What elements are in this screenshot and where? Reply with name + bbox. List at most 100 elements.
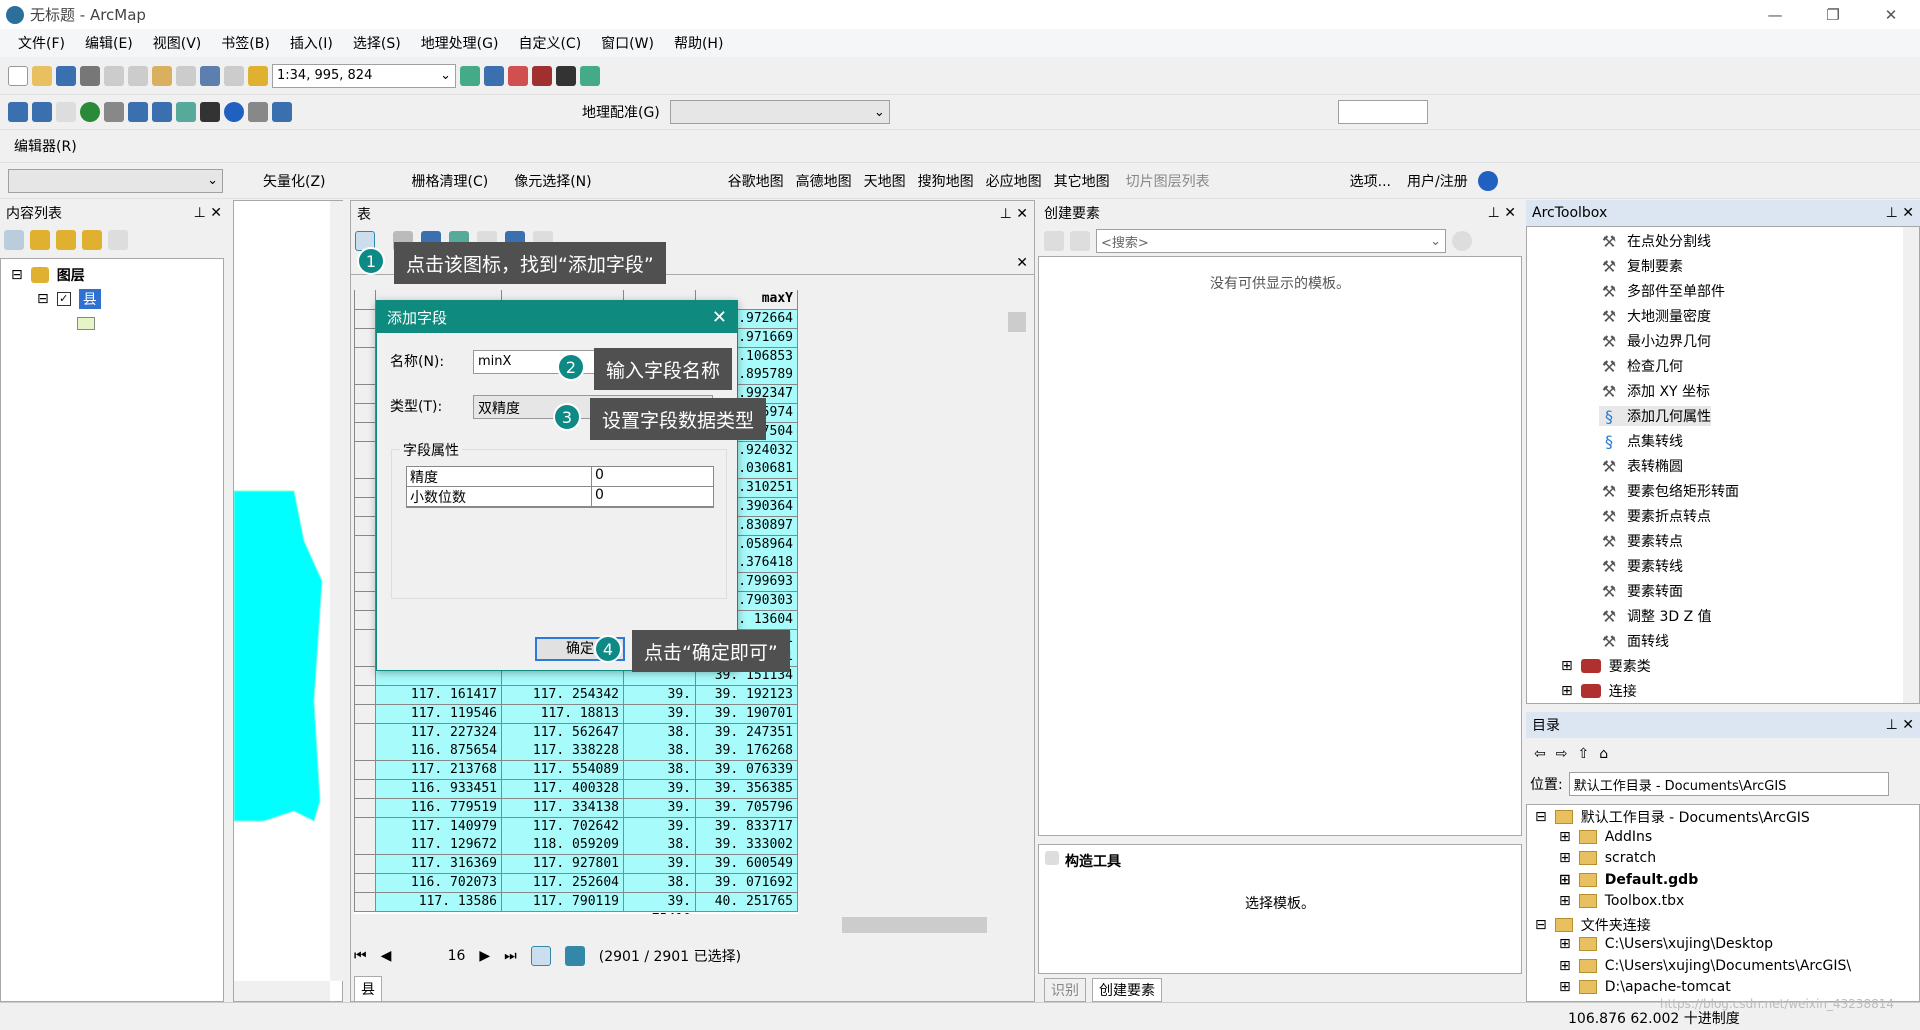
- table-cell[interactable]: 39. 176268: [696, 742, 798, 762]
- find-icon[interactable]: [248, 102, 268, 122]
- table-cell[interactable]: 117. 13586: [376, 892, 502, 912]
- forward-icon[interactable]: [152, 102, 172, 122]
- expand-icon[interactable]: ⊞: [1561, 658, 1573, 674]
- row-header[interactable]: [354, 592, 376, 611]
- options-menu[interactable]: 选项...: [1344, 171, 1397, 191]
- map-menu-item[interactable]: 高德地图: [790, 171, 858, 191]
- table-cell[interactable]: 39. 600549: [696, 855, 798, 875]
- property-value[interactable]: 0: [592, 487, 604, 506]
- paste-icon[interactable]: [152, 65, 172, 86]
- zoom-in-icon[interactable]: [8, 102, 28, 122]
- menu-item[interactable]: 选择(S): [343, 33, 411, 53]
- tool-item[interactable]: ⚒ 调整 3D Z 值: [1599, 606, 1712, 626]
- table-cell[interactable]: 117. 316369: [376, 855, 502, 875]
- menu-item[interactable]: 文件(F): [8, 33, 75, 53]
- catalog-item[interactable]: ⊟ 默认工作目录 - Documents\ArcGIS: [1535, 807, 1810, 827]
- list-by-visibility-icon[interactable]: [56, 230, 76, 250]
- editor-toolbar-icon[interactable]: [460, 65, 480, 86]
- expand-icon[interactable]: ⊞: [1559, 958, 1571, 974]
- row-header[interactable]: [354, 573, 376, 593]
- tool-item[interactable]: ⚒ 添加 XY 坐标: [1599, 381, 1710, 401]
- collapse-icon[interactable]: ⊟: [1535, 809, 1547, 825]
- georeferencing-menu[interactable]: 地理配准(G): [576, 102, 666, 122]
- map-menu-item[interactable]: 其它地图: [1048, 171, 1116, 191]
- row-header[interactable]: [354, 385, 376, 405]
- measure-icon[interactable]: [272, 102, 292, 122]
- catalog-icon[interactable]: [508, 65, 528, 86]
- table-cell[interactable]: 38. 58397: [624, 874, 696, 908]
- map-view[interactable]: [233, 200, 344, 1002]
- tool-item[interactable]: § 添加几何属性: [1599, 406, 1711, 426]
- catalog-item[interactable]: ⊟ 文件夹连接: [1535, 915, 1651, 935]
- pan-icon[interactable]: [56, 102, 76, 122]
- menu-item[interactable]: 书签(B): [211, 33, 280, 53]
- row-header[interactable]: [354, 535, 376, 555]
- tool-item[interactable]: ⚒ 最小边界几何: [1599, 331, 1711, 351]
- python-icon[interactable]: [556, 65, 576, 86]
- forward-icon[interactable]: ⇨: [1556, 746, 1568, 762]
- tool-item[interactable]: ⚒ 复制要素: [1599, 256, 1683, 276]
- row-header[interactable]: [354, 780, 376, 799]
- checkbox-icon[interactable]: ✓: [56, 292, 71, 306]
- catalog-item[interactable]: ⊞ C:\Users\xujing\Documents\ArcGIS\: [1559, 958, 1851, 974]
- row-header[interactable]: [354, 498, 376, 517]
- filter-icon[interactable]: [1070, 231, 1090, 251]
- map-menu-item[interactable]: 谷歌地图: [722, 171, 790, 191]
- map-view-controls[interactable]: [234, 981, 330, 1001]
- pin-close-icons[interactable]: ⊥ ✕: [194, 205, 222, 221]
- home-icon[interactable]: ⌂: [1599, 746, 1608, 762]
- add-data-icon[interactable]: [248, 65, 268, 86]
- tool-item[interactable]: ⚒ 检查几何: [1599, 356, 1683, 376]
- row-header[interactable]: [354, 554, 376, 574]
- table-cell[interactable]: 117. 254342: [502, 686, 624, 705]
- table-cell[interactable]: 39. 071692: [696, 874, 798, 893]
- expand-icon[interactable]: ⊞: [1559, 829, 1571, 845]
- table-cell[interactable]: 39. 75410: [624, 892, 696, 914]
- row-header[interactable]: [354, 742, 376, 762]
- menu-item[interactable]: 编辑(E): [75, 33, 143, 53]
- cell-selection-menu[interactable]: 像元选择(N): [508, 171, 597, 191]
- table-cell[interactable]: 117. 140979: [376, 817, 502, 837]
- record-number[interactable]: 16: [405, 948, 466, 964]
- table-cell[interactable]: 39. 247351: [696, 723, 798, 743]
- select-features-icon[interactable]: [176, 102, 196, 122]
- row-header[interactable]: [354, 855, 376, 875]
- row-header[interactable]: [354, 328, 376, 348]
- table-cell[interactable]: 38. 84266: [624, 761, 696, 795]
- template-search-input[interactable]: <搜索> ⌄: [1096, 229, 1446, 253]
- table-cell[interactable]: 116. 933451: [376, 780, 502, 799]
- user-register[interactable]: 用户/注册: [1401, 171, 1474, 191]
- row-header[interactable]: [354, 817, 376, 837]
- tool-item[interactable]: ⚒ 大地测量密度: [1599, 306, 1711, 326]
- table-cell[interactable]: 117. 400328: [502, 780, 624, 799]
- row-header[interactable]: [354, 441, 376, 461]
- table-hscrollbar[interactable]: [354, 915, 1008, 935]
- table-cell[interactable]: 40. 251765: [696, 892, 798, 912]
- expand-icon[interactable]: ⊞: [1559, 872, 1571, 888]
- row-header[interactable]: [354, 366, 376, 386]
- row-header[interactable]: [354, 704, 376, 724]
- delete-icon[interactable]: [176, 65, 196, 86]
- tab-create-features[interactable]: 创建要素: [1092, 978, 1162, 1002]
- tool-item[interactable]: ⚒ 表转椭圆: [1599, 456, 1683, 476]
- property-row[interactable]: 小数位数 0: [407, 487, 713, 507]
- expand-icon[interactable]: ⊞: [1559, 936, 1571, 952]
- fixed-zoom-icon[interactable]: [104, 102, 124, 122]
- show-selected-records-icon[interactable]: [564, 946, 585, 966]
- arctoolbox-icon[interactable]: [532, 65, 552, 86]
- row-header[interactable]: [354, 798, 376, 818]
- table-cell[interactable]: 117. 129672: [376, 836, 502, 856]
- undo-icon[interactable]: [200, 65, 220, 86]
- menu-item[interactable]: 窗口(W): [591, 33, 664, 53]
- prev-record-button[interactable]: ◀: [381, 948, 392, 964]
- expand-icon[interactable]: ⊞: [1559, 893, 1571, 909]
- up-icon[interactable]: ⇧: [1577, 746, 1589, 762]
- next-record-button[interactable]: ▶: [479, 948, 490, 964]
- table-cell[interactable]: 38. 99470: [624, 723, 696, 758]
- row-header[interactable]: [354, 836, 376, 856]
- options-icon[interactable]: [108, 230, 128, 250]
- pin-close-icons[interactable]: ⊥ ✕: [1886, 205, 1914, 221]
- row-header[interactable]: [354, 460, 376, 480]
- table-cell[interactable]: 117. 213768: [376, 761, 502, 781]
- tab-identify[interactable]: 识别: [1044, 978, 1086, 1002]
